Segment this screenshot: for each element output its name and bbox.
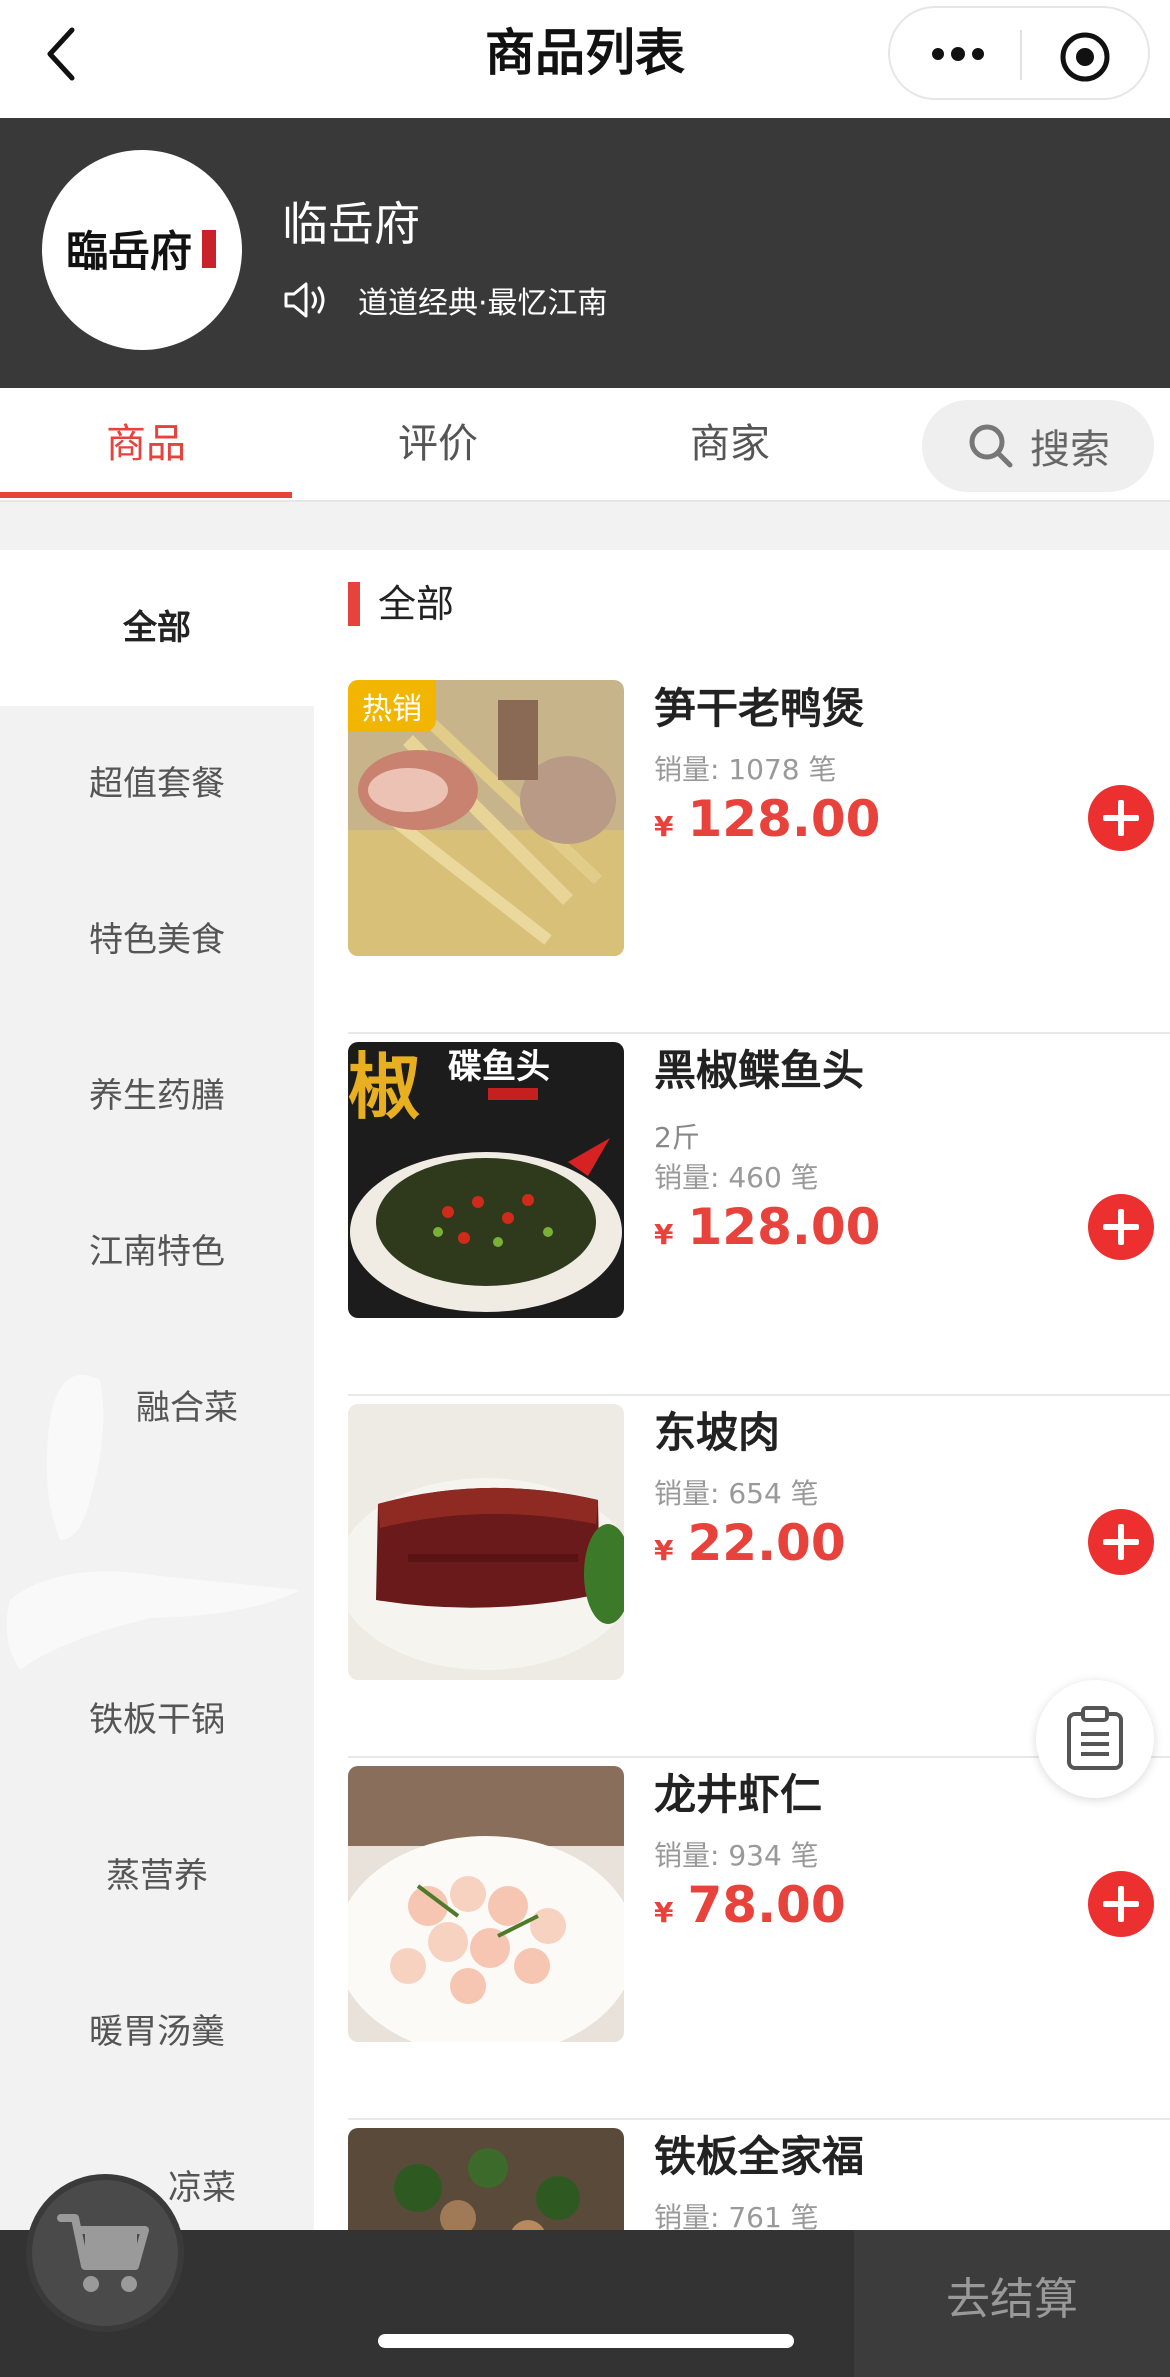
product-image: 热销 bbox=[348, 680, 624, 956]
product-item[interactable]: 热销 笋干老鸭煲 销量: 1078 笔 ¥128.00 bbox=[348, 672, 1170, 1034]
svg-text:碟鱼头: 碟鱼头 bbox=[448, 1047, 550, 1087]
brush-overlay-decoration bbox=[6, 1375, 301, 1670]
category-specialty[interactable]: 特色美食 bbox=[0, 862, 314, 1018]
product-item[interactable]: 龙井虾仁 销量: 934 笔 ¥78.00 bbox=[348, 1758, 1170, 2120]
product-name: 黑椒鲽鱼头 bbox=[654, 1046, 865, 1095]
product-sales: 销量: 1078 笔 bbox=[654, 753, 837, 786]
product-image bbox=[348, 1404, 624, 1680]
product-price: ¥128.00 bbox=[654, 790, 880, 848]
product-name: 笋干老鸭煲 bbox=[654, 684, 865, 733]
category-label: 全部 bbox=[123, 608, 191, 648]
speaker-icon bbox=[284, 282, 325, 318]
shop-logo-mark: 臨岳府 bbox=[66, 227, 216, 276]
product-sales: 销量: 654 笔 bbox=[654, 1477, 819, 1510]
iron-plate-dish-image bbox=[348, 2128, 624, 2230]
svg-text:椒: 椒 bbox=[348, 1044, 420, 1129]
category-sidebar: 全部 超值套餐 特色美食 养生药膳 江南特色 融合菜 铁板干锅 蒸营养 暖胃汤羹… bbox=[0, 550, 314, 2230]
notice-text: 道道经典·最忆江南 bbox=[358, 286, 608, 321]
search-icon bbox=[969, 424, 1013, 468]
order-list-button[interactable] bbox=[1036, 1680, 1154, 1798]
product-sales: 销量: 761 笔 bbox=[654, 2201, 819, 2230]
currency-symbol: ¥ bbox=[654, 1534, 674, 1567]
category-all[interactable]: 全部 bbox=[0, 550, 314, 706]
search-label: 搜索 bbox=[1030, 427, 1110, 473]
currency-symbol: ¥ bbox=[654, 810, 674, 843]
shrimp-image bbox=[348, 1766, 624, 2042]
tab-bar: 商品 评价 商家 搜索 bbox=[0, 388, 1170, 502]
product-spec: 2斤 bbox=[654, 1121, 700, 1154]
product-item[interactable]: 铁板全家福 销量: 761 笔 bbox=[348, 2120, 1170, 2230]
active-tab-indicator bbox=[0, 492, 292, 498]
product-image: 椒 碟鱼头 bbox=[348, 1042, 624, 1318]
category-steamed[interactable]: 蒸营养 bbox=[0, 1798, 314, 1954]
tab-products[interactable]: 商品 bbox=[0, 388, 292, 500]
price-value: 78.00 bbox=[687, 1876, 846, 1934]
category-label: 超值套餐 bbox=[89, 764, 225, 804]
currency-symbol: ¥ bbox=[654, 1218, 674, 1251]
product-sales: 销量: 934 笔 bbox=[654, 1839, 819, 1872]
hot-sale-badge: 热销 bbox=[348, 680, 436, 732]
section-marker bbox=[348, 582, 360, 626]
currency-symbol: ¥ bbox=[654, 1896, 674, 1929]
add-to-cart-button[interactable] bbox=[1088, 1509, 1154, 1575]
product-list: 全部 热销 笋干老鸭煲 销量: 1078 笔 ¥128.00 椒 碟鱼头 黑椒鲽… bbox=[314, 550, 1170, 2230]
mini-program-capsule bbox=[888, 6, 1150, 100]
category-label: 暖胃汤羹 bbox=[89, 2012, 225, 2052]
tab-merchant[interactable]: 商家 bbox=[584, 388, 876, 500]
product-name: 龙井虾仁 bbox=[654, 1770, 823, 1819]
product-image bbox=[348, 1766, 624, 2042]
target-close-icon[interactable] bbox=[1058, 30, 1112, 84]
product-price: ¥22.00 bbox=[654, 1514, 846, 1572]
home-indicator bbox=[378, 2334, 794, 2348]
shop-notice: 道道经典·最忆江南 bbox=[282, 278, 608, 322]
shop-logo: 臨岳府 bbox=[42, 150, 242, 350]
braised-pork-image bbox=[348, 1404, 624, 1680]
shop-name: 临岳府 bbox=[282, 197, 420, 251]
price-value: 128.00 bbox=[687, 790, 881, 848]
category-medicinal[interactable]: 养生药膳 bbox=[0, 1018, 314, 1174]
svg-text:臨岳府: 臨岳府 bbox=[66, 227, 192, 276]
add-to-cart-button[interactable] bbox=[1088, 1871, 1154, 1937]
category-jiangnan[interactable]: 江南特色 bbox=[0, 1174, 314, 1330]
price-value: 22.00 bbox=[687, 1514, 846, 1572]
shopping-cart-icon bbox=[57, 2214, 149, 2292]
shop-header: 臨岳府 临岳府 道道经典·最忆江南 bbox=[0, 118, 1170, 388]
add-to-cart-button[interactable] bbox=[1088, 785, 1154, 851]
product-item[interactable]: 椒 碟鱼头 黑椒鲽鱼头 2斤 销量: 460 笔 ¥128.00 bbox=[348, 1034, 1170, 1396]
product-image bbox=[348, 2128, 624, 2230]
clipboard-icon bbox=[1067, 1706, 1123, 1770]
cart-button[interactable] bbox=[26, 2174, 184, 2332]
navigation-bar: 商品列表 bbox=[0, 0, 1170, 118]
product-name: 铁板全家福 bbox=[654, 2132, 865, 2181]
price-value: 128.00 bbox=[687, 1198, 881, 1256]
category-soups[interactable]: 暖胃汤羹 bbox=[0, 1954, 314, 2110]
product-sales: 销量: 460 笔 bbox=[654, 1161, 819, 1194]
category-label: 养生药膳 bbox=[89, 1076, 225, 1116]
category-value-sets[interactable]: 超值套餐 bbox=[0, 706, 314, 862]
category-label: 蒸营养 bbox=[106, 1856, 208, 1896]
product-name: 东坡肉 bbox=[654, 1408, 781, 1457]
add-to-cart-button[interactable] bbox=[1088, 1194, 1154, 1260]
product-price: ¥78.00 bbox=[654, 1876, 846, 1934]
category-label: 特色美食 bbox=[89, 920, 225, 960]
fish-head-image: 椒 碟鱼头 bbox=[348, 1042, 624, 1318]
category-label: 江南特色 bbox=[89, 1232, 225, 1272]
more-dots-icon[interactable] bbox=[928, 34, 988, 74]
checkout-button[interactable]: 去结算 bbox=[854, 2230, 1170, 2377]
tab-reviews[interactable]: 评价 bbox=[292, 388, 584, 500]
search-button[interactable]: 搜索 bbox=[922, 400, 1154, 492]
capsule-divider bbox=[1020, 30, 1022, 80]
section-title: 全部 bbox=[378, 582, 455, 626]
product-price: ¥128.00 bbox=[654, 1198, 880, 1256]
